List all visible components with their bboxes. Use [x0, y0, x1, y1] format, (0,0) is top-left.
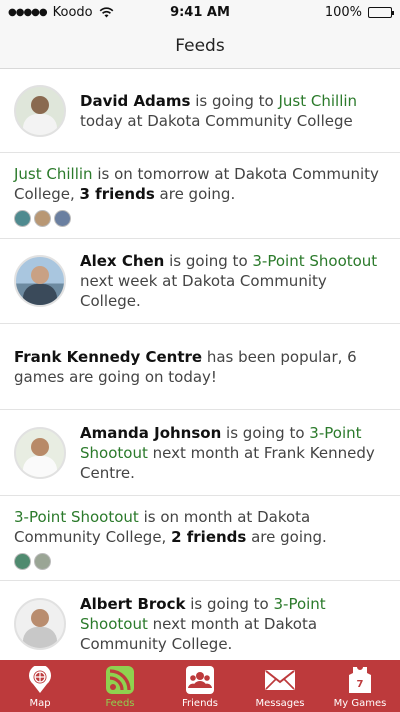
friend-avatar[interactable]	[14, 552, 31, 570]
user-name[interactable]: Alex Chen	[80, 252, 164, 270]
user-name[interactable]: David Adams	[80, 92, 190, 110]
navigation-bar: Feeds	[0, 24, 400, 69]
avatar-david-adams[interactable]	[14, 84, 66, 137]
friend-avatar[interactable]	[34, 552, 51, 570]
feed-item-event-friends[interactable]: Just Chillin is on tomorrow at Dakota Co…	[0, 153, 400, 239]
user-name[interactable]: Amanda Johnson	[80, 424, 221, 442]
page-title: Feeds	[175, 36, 225, 56]
feed-text: Frank Kennedy Centre has been popular, 6…	[14, 347, 357, 386]
svg-text:7: 7	[357, 679, 364, 690]
basketball-pin-icon	[29, 666, 51, 693]
tab-friends[interactable]: Friends	[160, 660, 240, 712]
tab-my-games[interactable]: 7 My Games	[320, 660, 400, 712]
feed-item-albert-brock[interactable]: Albert Brock is going to 3-Point Shootou…	[0, 581, 400, 660]
envelope-icon	[265, 670, 295, 690]
friends-count[interactable]: 3 friends	[80, 185, 155, 203]
tab-label: Friends	[182, 698, 218, 709]
event-link[interactable]: 3-Point Shootout	[252, 252, 377, 270]
friend-avatar[interactable]	[34, 210, 51, 227]
status-bar: ●●●●● Koodo 9:41 AM 100%	[0, 0, 400, 24]
feed-item-david-adams[interactable]: David Adams is going to Just Chillin tod…	[0, 69, 400, 153]
rss-feed-icon	[106, 666, 134, 694]
battery-icon	[368, 7, 394, 18]
tab-bar: Map Feeds Friends Messages 7 My Games	[0, 660, 400, 712]
feed-text: David Adams is going to Just Chillin tod…	[80, 91, 358, 130]
user-name[interactable]: Albert Brock	[80, 595, 185, 613]
tab-label: Feeds	[105, 698, 135, 709]
event-link[interactable]: Just Chillin	[279, 92, 358, 110]
avatar-albert-brock[interactable]	[14, 598, 66, 650]
friend-avatars	[14, 210, 386, 227]
venue-name[interactable]: Frank Kennedy Centre	[14, 348, 202, 366]
friend-avatar[interactable]	[54, 210, 71, 227]
friends-icon	[186, 666, 214, 694]
avatar-amanda-johnson[interactable]	[14, 426, 66, 479]
tab-label: My Games	[333, 698, 387, 709]
tab-feeds[interactable]: Feeds	[80, 660, 160, 712]
feed-text: Albert Brock is going to 3-Point Shootou…	[80, 595, 326, 653]
friends-count[interactable]: 2 friends	[171, 528, 246, 546]
feed-text: Just Chillin is on tomorrow at Dakota Co…	[14, 164, 386, 227]
tab-map[interactable]: Map	[0, 660, 80, 712]
event-link[interactable]: Just Chillin	[14, 165, 93, 183]
avatar-alex-chen[interactable]	[14, 255, 66, 307]
feed-item-event-friends-2[interactable]: 3-Point Shootout is on month at Dakota C…	[0, 496, 400, 581]
feed-list[interactable]: David Adams is going to Just Chillin tod…	[0, 69, 400, 660]
feed-text: Alex Chen is going to 3-Point Shootout n…	[80, 252, 378, 310]
jersey-icon: 7	[349, 667, 371, 693]
tab-label: Messages	[255, 698, 305, 709]
friend-avatars	[14, 552, 386, 570]
battery-percent: 100%	[324, 5, 362, 20]
event-link[interactable]: 3-Point Shootout	[14, 508, 139, 526]
feed-text: Amanda Johnson is going to 3-Point Shoot…	[80, 423, 375, 482]
tab-messages[interactable]: Messages	[240, 660, 320, 712]
tab-label: Map	[29, 698, 51, 709]
status-right: 100%	[324, 5, 394, 20]
friend-avatar[interactable]	[14, 210, 31, 227]
feed-item-popular-venue[interactable]: Frank Kennedy Centre has been popular, 6…	[0, 324, 400, 410]
feed-item-amanda-johnson[interactable]: Amanda Johnson is going to 3-Point Shoot…	[0, 410, 400, 496]
feed-item-alex-chen[interactable]: Alex Chen is going to 3-Point Shootout n…	[0, 239, 400, 324]
feed-text: 3-Point Shootout is on month at Dakota C…	[14, 507, 386, 570]
